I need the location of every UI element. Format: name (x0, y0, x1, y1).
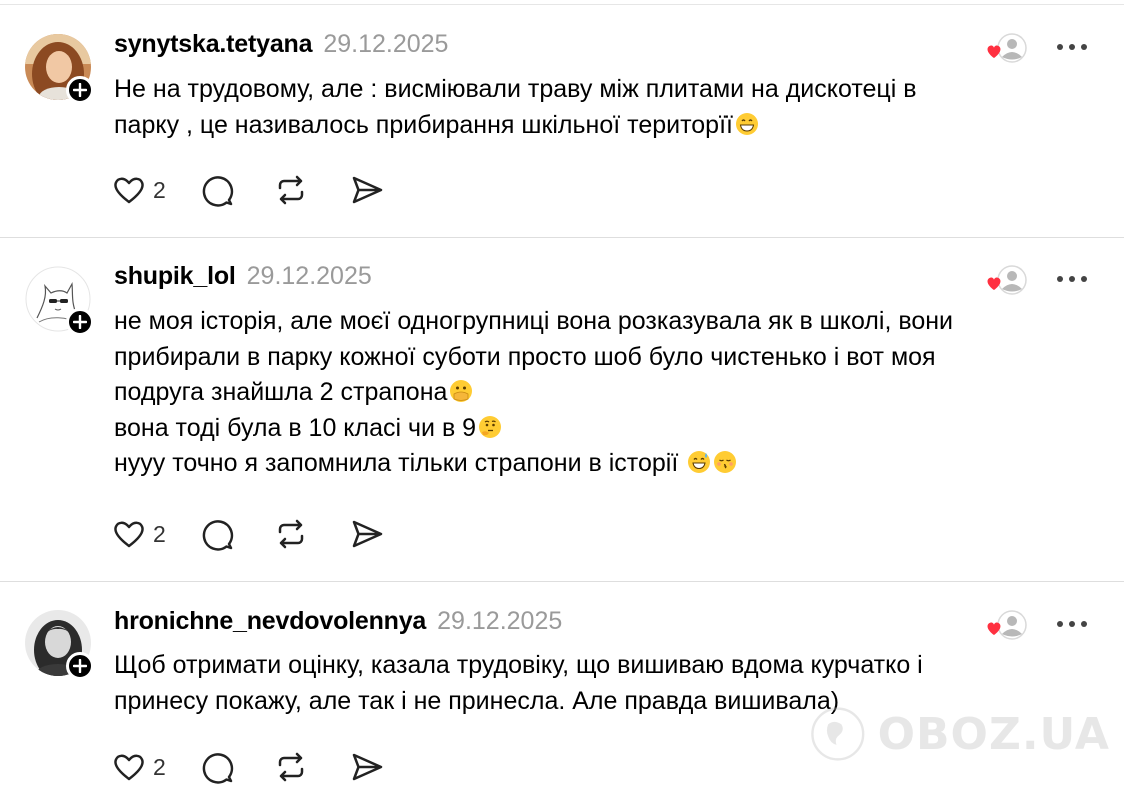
follow-plus-icon[interactable] (66, 652, 94, 680)
kissing-closed-eyes-emoji-icon (713, 449, 737, 473)
post-header: shupik_lol 29.12.2025 (114, 262, 372, 292)
like-count: 2 (153, 520, 166, 547)
username[interactable]: shupik_lol (114, 262, 236, 291)
send-icon (352, 753, 383, 781)
text-line: подруга знайшла 2 страпона (114, 375, 1104, 411)
reply-button[interactable] (200, 173, 234, 207)
reply-button[interactable] (200, 750, 234, 784)
thinking-emoji-icon (478, 414, 502, 438)
text-line: нууу точно я запомнила тільки страпони в… (114, 446, 1104, 482)
post-date[interactable]: 29.12.2025 (323, 30, 448, 59)
more-dots-icon[interactable] (1054, 272, 1090, 286)
like-count: 2 (153, 753, 166, 780)
post-1: synytska.tetyana 29.12.2025 Не на трудов… (0, 0, 1124, 238)
avatar[interactable] (25, 34, 94, 104)
send-icon (352, 176, 383, 204)
comment-bubble-icon (202, 176, 233, 207)
post-actions: 2 (112, 172, 384, 208)
username[interactable]: synytska.tetyana (114, 30, 313, 59)
comment-bubble-icon (202, 753, 233, 784)
repost-icon (278, 752, 304, 782)
like-count: 2 (153, 176, 166, 203)
avatar[interactable] (25, 266, 94, 336)
text-line: прибирали в парку кожної суботи просто ш… (114, 342, 936, 371)
text-line: парку , це називалось прибирання шкільно… (114, 108, 1104, 144)
reply-button[interactable] (200, 517, 234, 551)
text-line: вона тоді була в 10 класі чи в 9 (114, 411, 1104, 447)
face-with-hand-over-mouth-emoji-icon (449, 378, 473, 402)
username[interactable]: hronichne_nevdovolennya (114, 607, 426, 636)
liked-by-author-icon (985, 609, 1029, 641)
post-header: synytska.tetyana 29.12.2025 (114, 30, 448, 60)
post-2: shupik_lol 29.12.2025 не моя історія, ал… (0, 238, 1124, 582)
text-line: принесу покажу, але так і не принесла. А… (114, 686, 840, 715)
repost-button[interactable] (274, 750, 308, 784)
share-button[interactable] (350, 750, 384, 784)
share-button[interactable] (350, 173, 384, 207)
heart-icon (114, 177, 144, 204)
heart-icon (114, 521, 144, 548)
more-dots-icon[interactable] (1054, 617, 1090, 631)
post-3: hronichne_nevdovolennya 29.12.2025 Щоб о… (0, 582, 1124, 788)
post-text: Щоб отримати оцінку, казала трудовіку, щ… (114, 648, 1104, 719)
like-button[interactable]: 2 (112, 174, 166, 206)
post-header: hronichne_nevdovolennya 29.12.2025 (114, 607, 562, 637)
share-button[interactable] (350, 517, 384, 551)
heart-icon (114, 754, 144, 781)
post-date[interactable]: 29.12.2025 (437, 607, 562, 636)
repost-icon (278, 519, 304, 549)
follow-plus-icon[interactable] (66, 76, 94, 104)
sweat-smile-emoji-icon (687, 449, 711, 473)
text-line: Не на трудовому, але : висміювали траву … (114, 75, 917, 103)
like-button[interactable]: 2 (112, 518, 166, 550)
send-icon (352, 520, 383, 548)
text-line: Щоб отримати оцінку, казала трудовіку, щ… (114, 651, 923, 679)
text-line: не моя історія, але моєї одногрупниці во… (114, 307, 954, 335)
more-dots-icon[interactable] (1054, 40, 1090, 54)
post-actions: 2 (112, 516, 384, 552)
liked-by-author-icon (985, 264, 1029, 296)
avatar[interactable] (25, 610, 94, 680)
grinning-emoji-icon (735, 111, 759, 135)
post-date[interactable]: 29.12.2025 (247, 262, 372, 291)
repost-button[interactable] (274, 517, 308, 551)
post-text: не моя історія, але моєї одногрупниці во… (114, 304, 1104, 482)
repost-icon (278, 175, 304, 205)
liked-by-author-icon (985, 32, 1029, 64)
repost-button[interactable] (274, 173, 308, 207)
like-button[interactable]: 2 (112, 751, 166, 783)
follow-plus-icon[interactable] (66, 308, 94, 336)
comment-bubble-icon (202, 520, 233, 551)
post-actions: 2 (112, 749, 384, 785)
post-text: Не на трудовому, але : висміювали траву … (114, 72, 1104, 143)
